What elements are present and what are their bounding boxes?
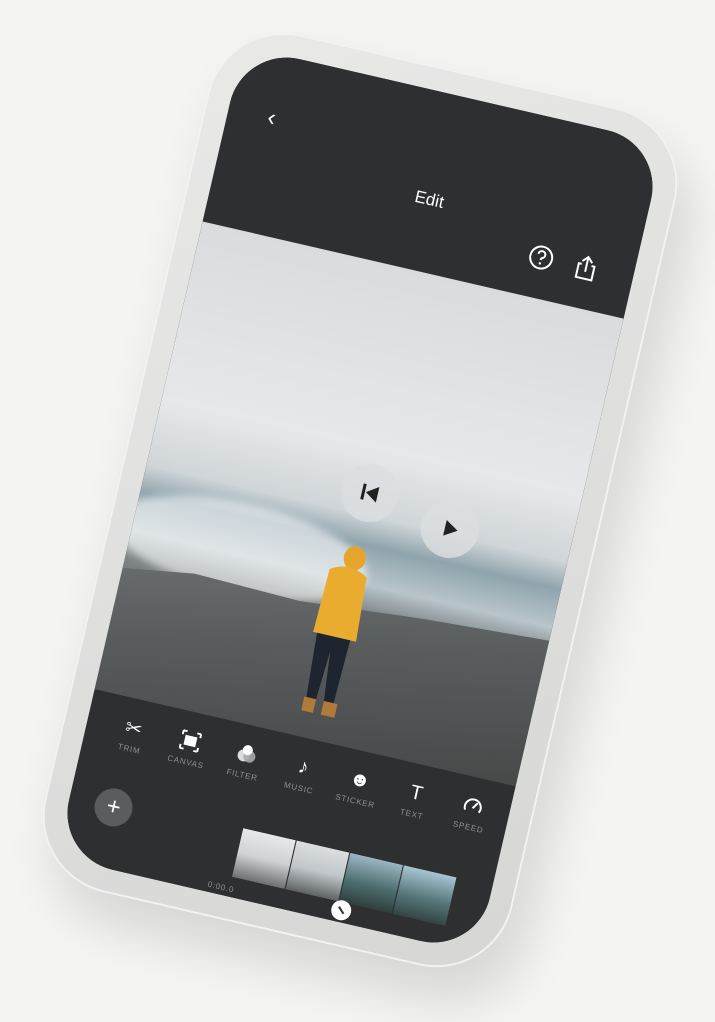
share-icon[interactable]: [569, 251, 603, 285]
tool-background[interactable]: BG: [499, 801, 556, 850]
phone-frame: ‹ Edit ✂ TRIM CANVAS FILTER ♪ MUSIC ☻ ST…: [27, 17, 693, 983]
app-screen: ‹ Edit ✂ TRIM CANVAS FILTER ♪ MUSIC ☻ ST…: [55, 46, 665, 954]
play-icon: [443, 520, 458, 536]
tool-label: BG: [517, 834, 533, 847]
page-background: ‹ Edit ✂ TRIM CANVAS FILTER ♪ MUSIC ☻ ST…: [0, 0, 715, 1022]
clip-thumbnail: [392, 865, 458, 927]
background-icon: [502, 801, 557, 838]
tool-sticker[interactable]: ☻ STICKER: [330, 762, 387, 811]
add-clip-button[interactable]: +: [90, 784, 137, 831]
tool-text[interactable]: T TEXT: [386, 775, 443, 824]
play-button[interactable]: [415, 494, 485, 564]
tool-music[interactable]: ♪ MUSIC: [273, 749, 330, 798]
video-preview[interactable]: [94, 221, 624, 787]
tool-speed[interactable]: SPEED: [443, 788, 500, 837]
playhead-icon: [338, 906, 345, 915]
tool-trim[interactable]: ✂ TRIM: [104, 710, 161, 759]
back-icon[interactable]: ‹: [265, 104, 279, 132]
tool-filter[interactable]: FILTER: [217, 736, 274, 785]
tool-canvas[interactable]: CANVAS: [160, 723, 217, 772]
skip-back-button[interactable]: [335, 458, 405, 528]
timeline-total-time: TOTAL 0:10.0: [392, 943, 451, 954]
help-icon[interactable]: [524, 241, 558, 275]
timeline-start-time: 0:00.0: [206, 879, 236, 895]
skip-back-icon: [360, 483, 380, 503]
